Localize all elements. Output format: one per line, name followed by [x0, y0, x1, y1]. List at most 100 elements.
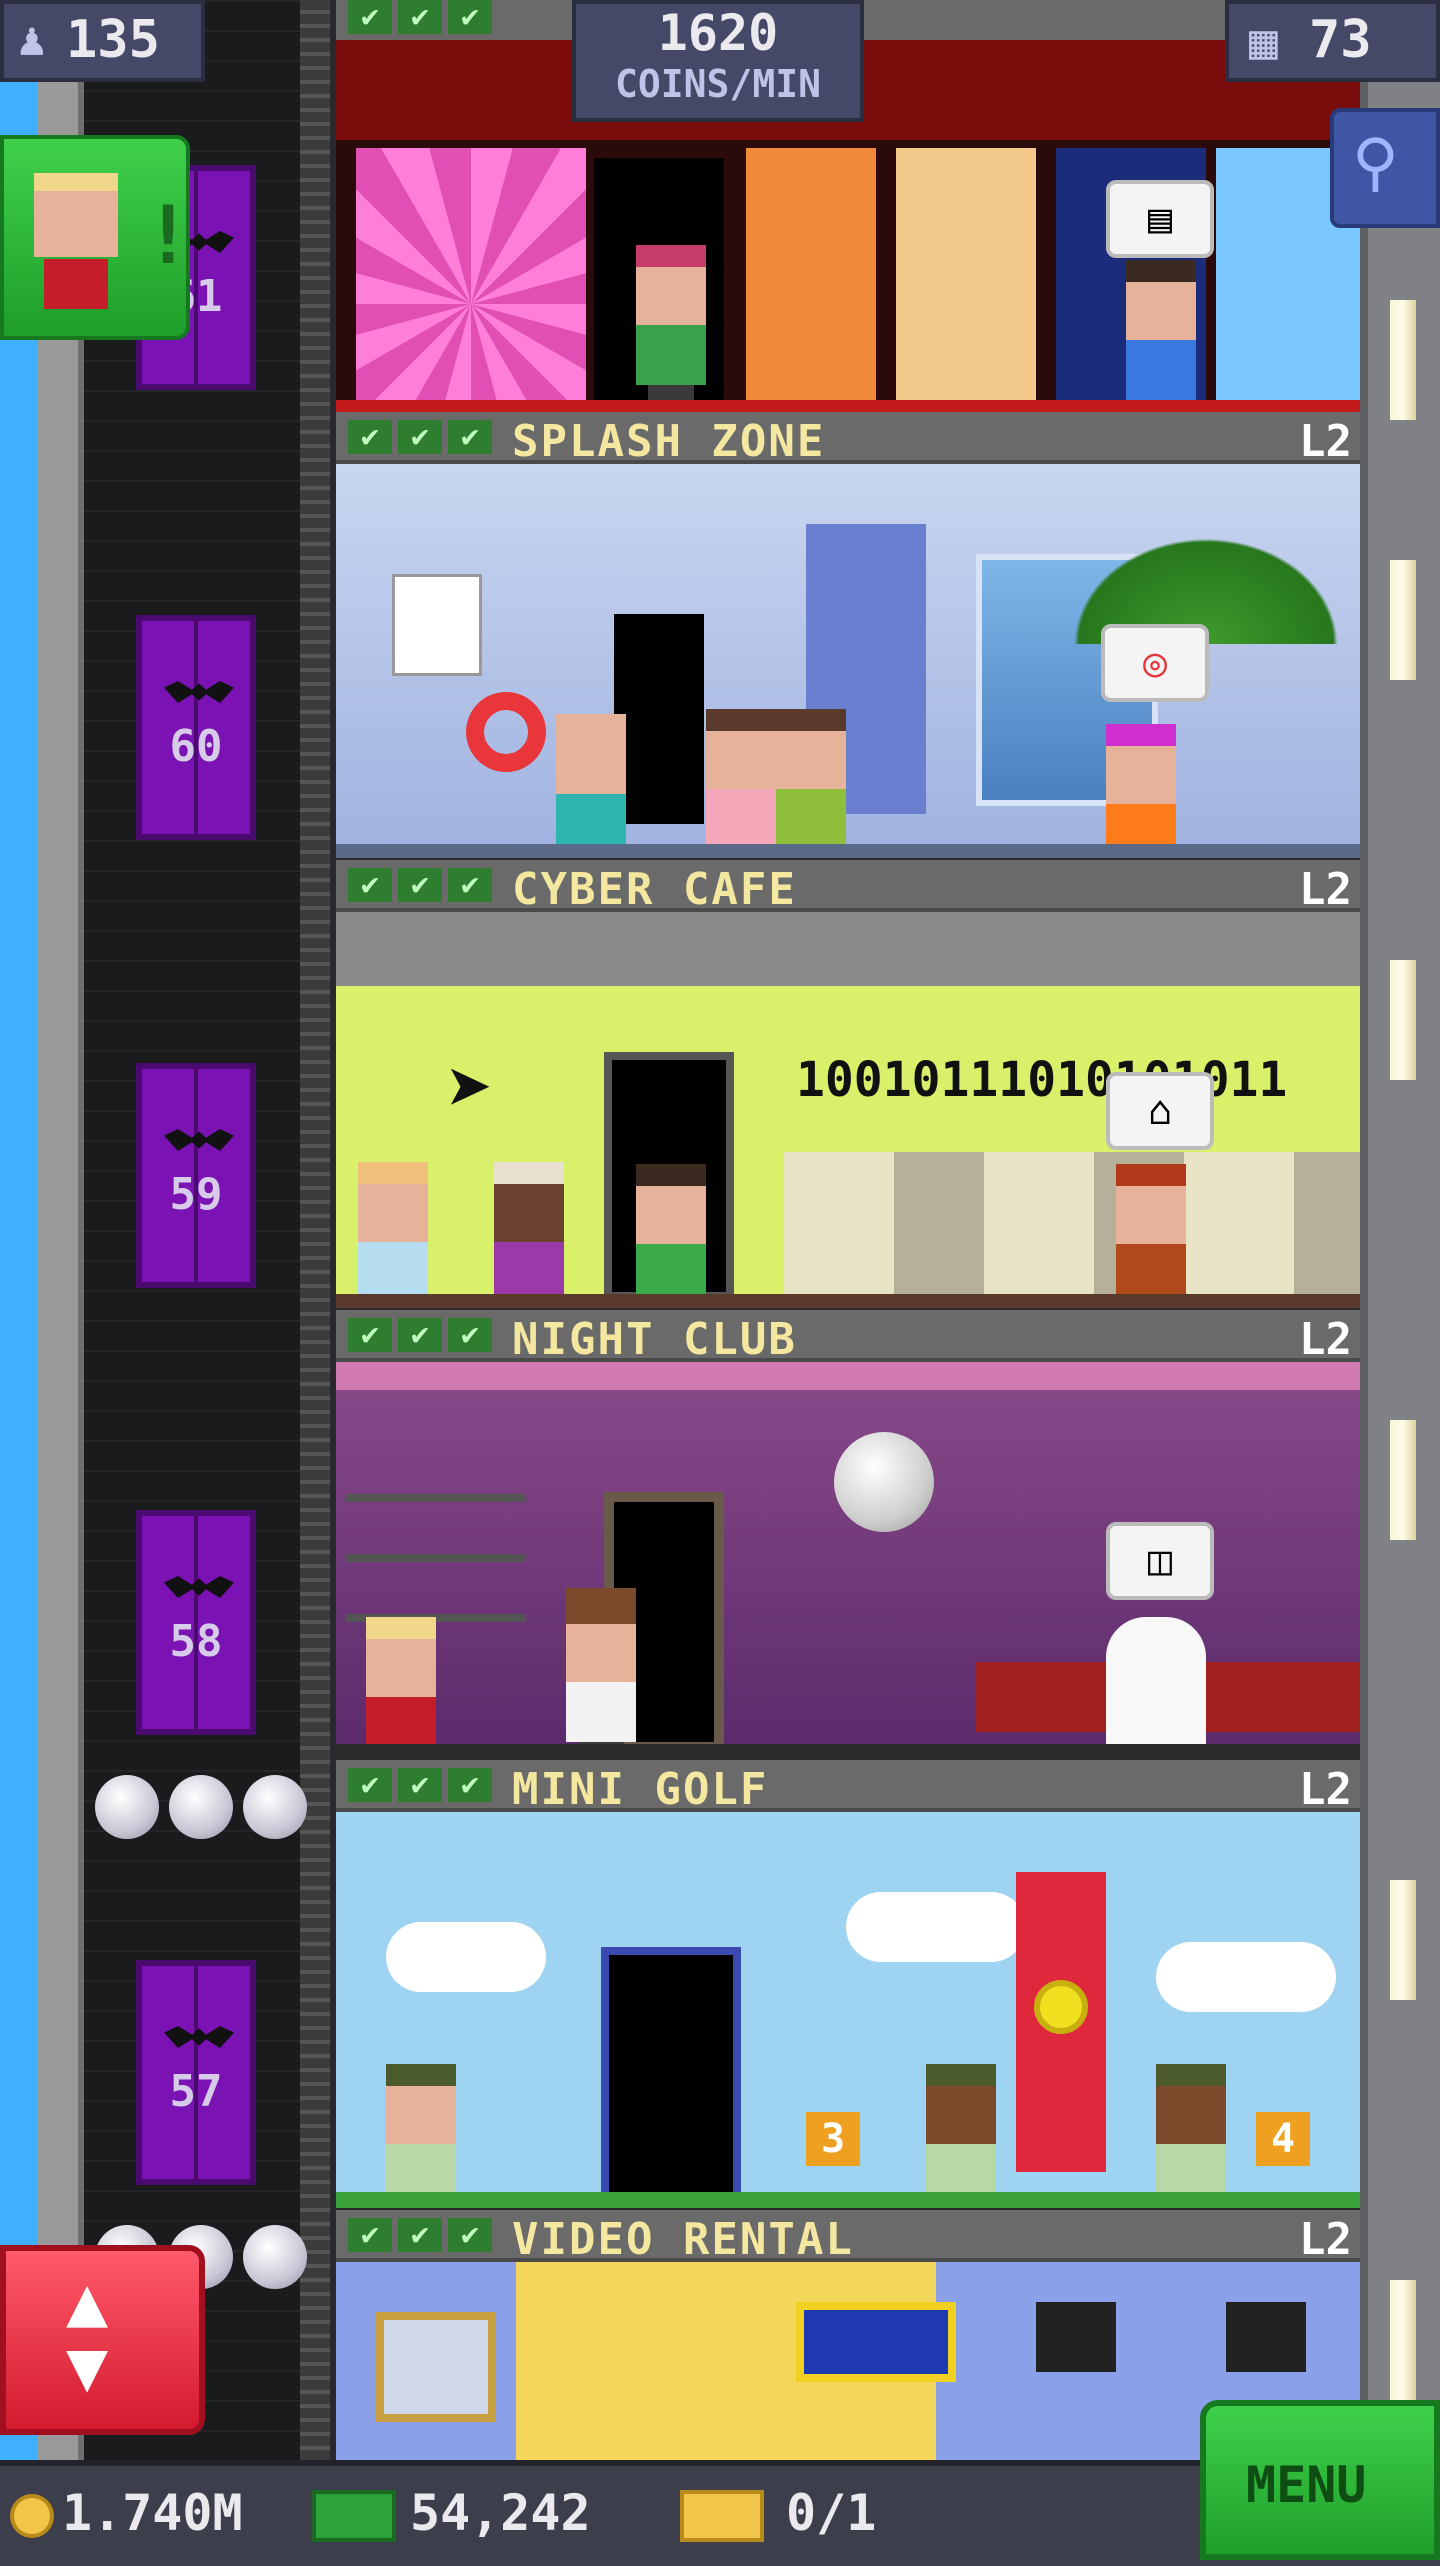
bat-icon [164, 681, 234, 703]
hole-number-sign: 3 [806, 2112, 860, 2166]
exhibit-panel [356, 148, 586, 408]
ceiling-lights [336, 912, 1360, 986]
exhibit-panel [746, 148, 876, 408]
windmill-hub [1034, 1980, 1088, 2034]
floor-name: NIGHT CLUB [512, 1314, 797, 1365]
coin-icon [10, 2494, 54, 2538]
tower-resident[interactable] [706, 709, 776, 858]
floor-header[interactable]: ✔ ✔ ✔ NIGHT CLUB L2 [336, 1310, 1360, 1365]
check-icon: ✔ [348, 1318, 392, 1352]
elevator-door[interactable]: 58 [136, 1510, 256, 1735]
floor-tiles [336, 844, 1360, 858]
population-counter[interactable]: ♟ 135 [0, 0, 205, 82]
elevator-door[interactable]: 59 [136, 1063, 256, 1288]
tower-resident[interactable] [1126, 260, 1196, 412]
floor-header[interactable]: ✔ ✔ ✔ CYBER CAFE L2 [336, 860, 1360, 915]
window-light [1390, 1420, 1416, 1540]
elevator-control-button[interactable]: ▲ ▼ [0, 2245, 205, 2435]
tower-resident[interactable] [366, 1617, 436, 1758]
room-doorway [601, 1947, 741, 2202]
tower-resident[interactable] [1156, 2064, 1226, 2208]
room-night-club[interactable]: ◫ [336, 1362, 1360, 1758]
floor-name: CYBER CAFE [512, 864, 797, 915]
tower-resident[interactable] [358, 1162, 428, 1308]
tower-outer-wall [38, 0, 84, 2560]
cloud-decoration [1156, 1942, 1336, 2012]
tv-screen [1226, 2302, 1306, 2372]
coins-value: 1.740M [62, 2484, 243, 2542]
check-icon: ✔ [448, 868, 492, 902]
floor-header[interactable]: ✔ ✔ ✔ VIDEO RENTAL L2 [336, 2210, 1360, 2265]
floor-header[interactable]: ✔ ✔ ✔ MINI GOLF L2 [336, 1760, 1360, 1815]
visitor-notification-button[interactable]: ! [0, 135, 193, 340]
alert-icon: ! [144, 189, 193, 282]
floors-count-value: 73 [1309, 10, 1372, 70]
floor-name: VIDEO RENTAL [512, 2214, 854, 2265]
check-icon: ✔ [448, 0, 492, 34]
window-light [1390, 2280, 1416, 2400]
visitor-avatar-body [44, 259, 108, 309]
bat-icon [164, 1576, 234, 1598]
speech-bubble: ◎ [1101, 624, 1209, 702]
sparkle-icon [169, 1775, 233, 1839]
tower-resident[interactable] [1106, 724, 1176, 858]
floor-level: L2 [1299, 416, 1352, 467]
cloud-decoration [386, 1922, 546, 1992]
elevator-floor-number: 57 [169, 2066, 223, 2117]
check-icon: ✔ [348, 1768, 392, 1802]
ticket-sign [796, 2302, 956, 2382]
room-doorway [614, 614, 704, 824]
window-light [1390, 960, 1416, 1080]
check-icon: ✔ [398, 420, 442, 454]
tv-screen [1036, 2302, 1116, 2372]
rating-sparkles [95, 1775, 307, 1839]
bux-value: 54,242 [410, 2484, 591, 2542]
tower-resident[interactable] [1116, 1164, 1186, 1308]
tower-resident[interactable] [636, 245, 706, 412]
coins-rate-value: 1620 [657, 4, 779, 62]
club-trim [336, 1362, 1360, 1390]
sparkle-icon [95, 1775, 159, 1839]
sparkle-icon [243, 2225, 307, 2289]
tower-resident[interactable] [386, 2064, 456, 2208]
elevator-floor-number: 60 [169, 721, 223, 772]
tower-resident[interactable] [566, 1588, 636, 1758]
tower-resident[interactable] [926, 2064, 996, 2208]
building-icon: ▦ [1249, 14, 1278, 70]
arrow-up-icon: ▲ [66, 2260, 109, 2342]
check-icon: ✔ [398, 0, 442, 34]
room-splash-zone[interactable]: ◎ [336, 464, 1360, 858]
speech-bubble: ▤ [1106, 180, 1214, 258]
tower-resident[interactable] [556, 714, 626, 858]
floor-header[interactable]: ✔ ✔ ✔ SPLASH ZONE L2 [336, 412, 1360, 467]
elevator-floor-number: 59 [169, 1169, 223, 1220]
life-ring-icon [466, 692, 546, 772]
tower-resident[interactable] [776, 709, 846, 858]
floor-level: L2 [1299, 2214, 1352, 2265]
cursor-icon: ➤ [446, 1042, 495, 1135]
bat-icon [164, 1129, 234, 1151]
room-cyber-cafe[interactable]: ➤ 10010111010101011 ⌂ [336, 912, 1360, 1308]
window-light [1390, 300, 1416, 420]
elevator-rail [300, 0, 330, 2460]
floor-name: SPLASH ZONE [512, 416, 826, 467]
coins-per-minute-display: 1620 COINS/MIN [572, 0, 864, 122]
bux-icon [312, 2490, 396, 2542]
magnifier-icon: ⚲ [1352, 126, 1399, 200]
check-icon: ✔ [448, 1768, 492, 1802]
elevator-door[interactable]: 57 [136, 1960, 256, 2185]
tower-resident[interactable] [636, 1164, 706, 1308]
speech-bubble: ⌂ [1106, 1072, 1214, 1150]
elevator-door[interactable]: 60 [136, 615, 256, 840]
tower-resident[interactable] [494, 1162, 564, 1308]
window-light [1390, 1880, 1416, 2000]
sparkle-icon [243, 1775, 307, 1839]
floors-counter[interactable]: ▦ 73 [1225, 0, 1440, 82]
floor-carpet [336, 400, 1360, 412]
zoom-button[interactable]: ⚲ [1330, 108, 1440, 228]
check-icon: ✔ [348, 0, 392, 34]
ghost-resident[interactable] [1106, 1617, 1206, 1747]
population-value: 135 [66, 10, 160, 70]
room-mini-golf[interactable]: 3 4 [336, 1812, 1360, 2208]
menu-button[interactable]: MENU [1200, 2400, 1440, 2560]
